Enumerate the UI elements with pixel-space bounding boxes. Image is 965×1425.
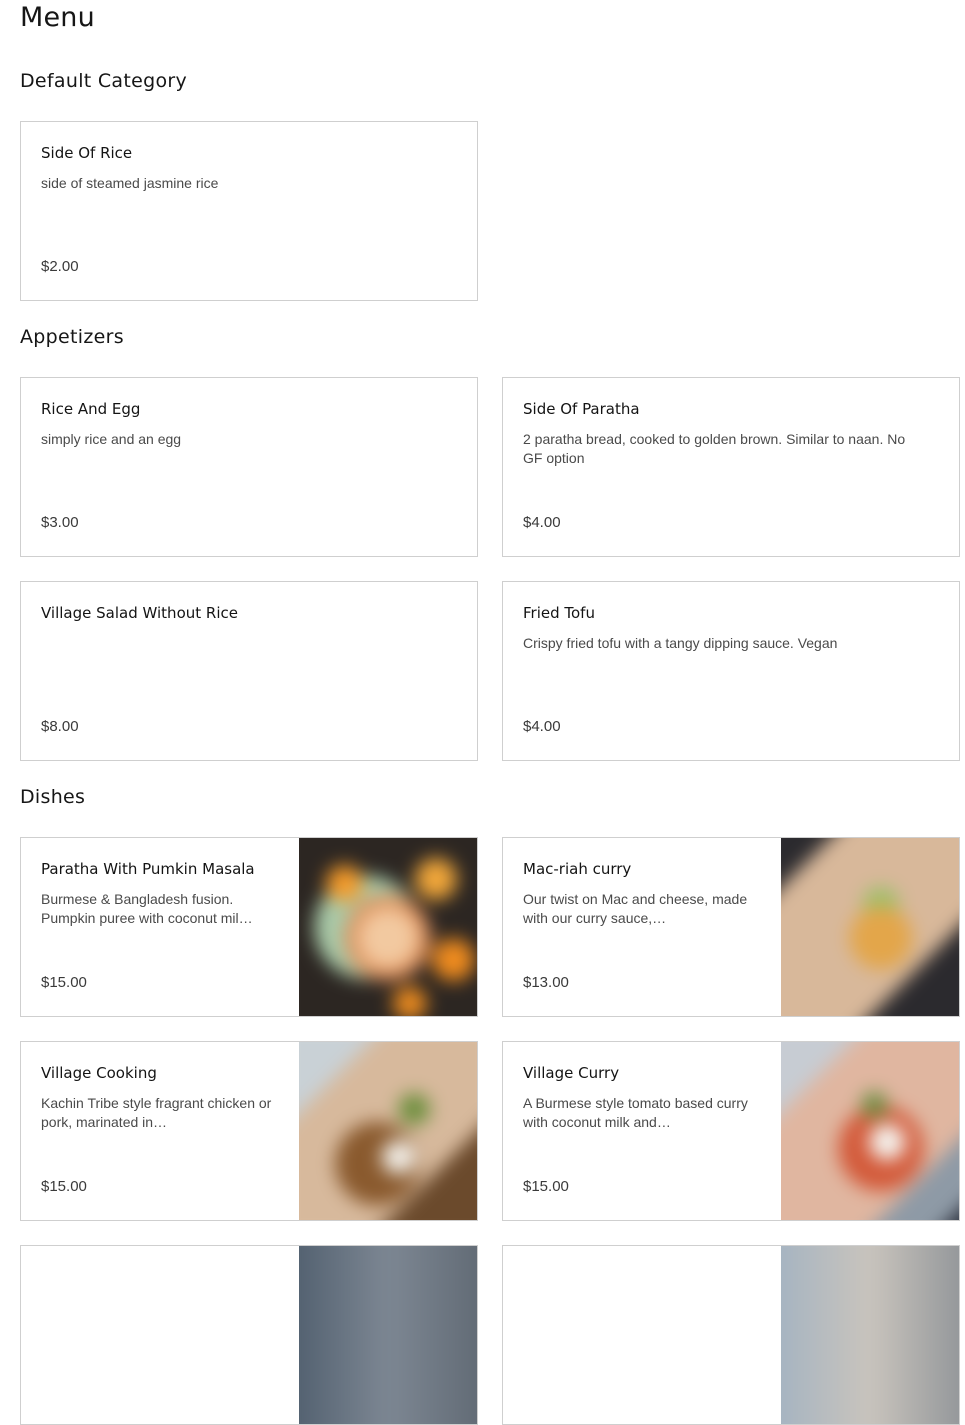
village-curry-photo <box>781 1042 959 1220</box>
item-price: $4.00 <box>523 514 561 531</box>
item-description: A Burmese style tomato based curry with … <box>523 1095 748 1130</box>
menu-item-card[interactable]: Side Of Rice side of steamed jasmine ric… <box>20 121 478 301</box>
menu-item-card-partial[interactable] <box>502 1245 960 1425</box>
item-price: $4.00 <box>523 718 561 735</box>
item-name: Rice And Egg <box>41 400 141 418</box>
item-name: Paratha With Pumkin Masala <box>41 860 255 878</box>
menu-item-card[interactable]: Paratha With Pumkin Masala Burmese & Ban… <box>20 837 478 1017</box>
item-price: $15.00 <box>41 974 87 991</box>
menu-item-card[interactable]: Rice And Egg simply rice and an egg $3.0… <box>20 377 478 557</box>
menu-item-card[interactable]: Village Cooking Kachin Tribe style fragr… <box>20 1041 478 1221</box>
item-description: side of steamed jasmine rice <box>41 175 219 191</box>
menu-item-card[interactable]: Village Curry A Burmese style tomato bas… <box>502 1041 960 1221</box>
item-name: Village Salad Without Rice <box>41 604 238 622</box>
item-description: 2 paratha bread, cooked to golden brown.… <box>523 431 906 466</box>
item-name: Village Curry <box>523 1064 620 1082</box>
dish-photo <box>299 1246 477 1424</box>
item-name: Mac-riah curry <box>523 860 632 878</box>
item-price: $3.00 <box>41 514 79 531</box>
section-title-default-category: Default Category <box>20 70 188 92</box>
mac-riah-curry-photo <box>781 838 959 1016</box>
item-description: simply rice and an egg <box>41 431 182 447</box>
section-title-appetizers: Appetizers <box>20 326 124 348</box>
item-price: $2.00 <box>41 258 79 275</box>
item-description: Our twist on Mac and cheese, made with o… <box>523 891 748 926</box>
item-description: Burmese & Bangladesh fusion. Pumpkin pur… <box>41 891 253 926</box>
page-title: Menu <box>20 2 95 33</box>
item-name: Side Of Paratha <box>523 400 640 418</box>
menu-item-card[interactable]: Side Of Paratha 2 paratha bread, cooked … <box>502 377 960 557</box>
dish-photo <box>781 1246 959 1424</box>
menu-item-card-partial[interactable] <box>20 1245 478 1425</box>
item-description: Kachin Tribe style fragrant chicken or p… <box>41 1095 272 1130</box>
item-name: Fried Tofu <box>523 604 595 622</box>
item-price: $13.00 <box>523 974 569 991</box>
section-title-dishes: Dishes <box>20 786 86 808</box>
village-cooking-photo <box>299 1042 477 1220</box>
item-description: Crispy fried tofu with a tangy dipping s… <box>523 635 838 651</box>
item-price: $15.00 <box>41 1178 87 1195</box>
pumpkin-masala-photo <box>299 838 477 1016</box>
item-name: Side Of Rice <box>41 144 133 162</box>
item-name: Village Cooking <box>41 1064 157 1082</box>
menu-item-card[interactable]: Mac-riah curry Our twist on Mac and chee… <box>502 837 960 1017</box>
item-price: $15.00 <box>523 1178 569 1195</box>
item-price: $8.00 <box>41 718 79 735</box>
menu-item-card[interactable]: Village Salad Without Rice $8.00 <box>20 581 478 761</box>
menu-item-card[interactable]: Fried Tofu Crispy fried tofu with a tang… <box>502 581 960 761</box>
